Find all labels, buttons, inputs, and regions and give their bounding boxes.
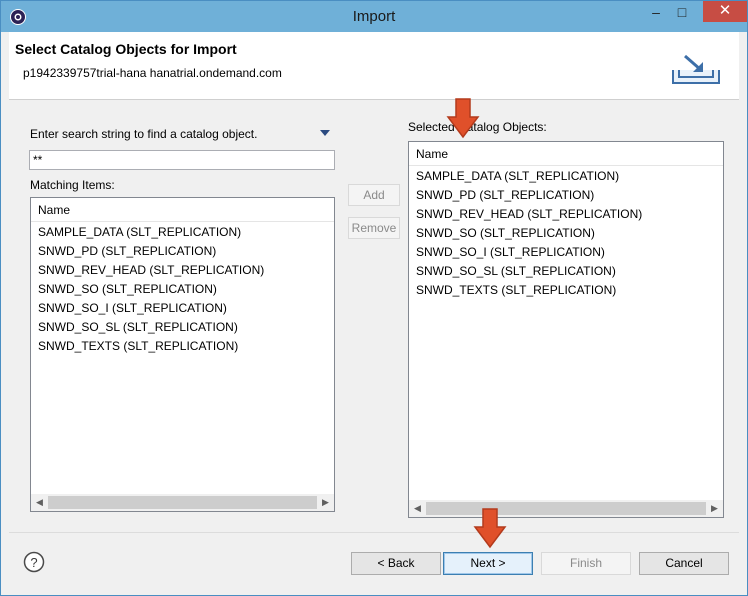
selected-objects-list[interactable]: Name SAMPLE_DATA (SLT_REPLICATION) SNWD_… — [408, 141, 724, 518]
scroll-thumb[interactable] — [48, 496, 317, 509]
scroll-right-icon[interactable]: ▶ — [317, 494, 334, 511]
list-item[interactable]: SNWD_REV_HEAD (SLT_REPLICATION) — [409, 205, 723, 224]
cancel-button[interactable]: Cancel — [639, 552, 729, 575]
list-item[interactable]: SNWD_SO (SLT_REPLICATION) — [409, 224, 723, 243]
selected-column-header[interactable]: Name — [409, 142, 723, 166]
list-item[interactable]: SNWD_PD (SLT_REPLICATION) — [31, 242, 334, 261]
matching-column-header[interactable]: Name — [31, 198, 334, 222]
finish-button[interactable]: Finish — [541, 552, 631, 575]
wizard-content: Enter search string to find a catalog ob… — [9, 98, 739, 532]
list-item[interactable]: SNWD_TEXTS (SLT_REPLICATION) — [409, 281, 723, 300]
scroll-left-icon[interactable]: ◀ — [31, 494, 48, 511]
matching-items-list[interactable]: Name SAMPLE_DATA (SLT_REPLICATION) SNWD_… — [30, 197, 335, 512]
connection-subtitle: p1942339757trial-hana hanatrial.ondemand… — [23, 66, 282, 80]
wizard-header: Select Catalog Objects for Import p19423… — [9, 32, 739, 100]
minimize-button[interactable]: – — [643, 2, 669, 22]
import-dialog: Import – □ ✕ Select Catalog Objects for … — [0, 0, 748, 596]
next-button[interactable]: Next > — [443, 552, 533, 575]
red-down-arrow-icon — [446, 98, 480, 139]
search-label: Enter search string to find a catalog ob… — [30, 127, 258, 141]
import-tray-icon — [672, 54, 720, 84]
list-item[interactable]: SNWD_SO_I (SLT_REPLICATION) — [31, 299, 334, 318]
svg-text:?: ? — [30, 555, 37, 570]
scroll-thumb[interactable] — [426, 502, 706, 515]
list-item[interactable]: SNWD_SO_I (SLT_REPLICATION) — [409, 243, 723, 262]
window-title: Import — [352, 8, 396, 25]
footer-separator — [9, 532, 739, 533]
horizontal-scrollbar[interactable]: ◀ ▶ — [409, 500, 723, 517]
page-title: Select Catalog Objects for Import — [15, 41, 237, 57]
back-button[interactable]: < Back — [351, 552, 441, 575]
list-item[interactable]: SNWD_SO_SL (SLT_REPLICATION) — [409, 262, 723, 281]
list-item[interactable]: SNWD_PD (SLT_REPLICATION) — [409, 186, 723, 205]
list-item[interactable]: SNWD_REV_HEAD (SLT_REPLICATION) — [31, 261, 334, 280]
maximize-button[interactable]: □ — [669, 2, 695, 22]
dropdown-triangle-icon[interactable] — [319, 129, 331, 137]
list-item[interactable]: SNWD_TEXTS (SLT_REPLICATION) — [31, 337, 334, 356]
list-item[interactable]: SNWD_SO (SLT_REPLICATION) — [31, 280, 334, 299]
close-button[interactable]: ✕ — [703, 1, 747, 22]
remove-button[interactable]: Remove — [348, 217, 400, 239]
list-item[interactable]: SAMPLE_DATA (SLT_REPLICATION) — [31, 223, 334, 242]
list-item[interactable]: SAMPLE_DATA (SLT_REPLICATION) — [409, 167, 723, 186]
search-input[interactable] — [29, 150, 335, 170]
title-bar[interactable]: Import – □ ✕ — [1, 1, 747, 32]
red-down-arrow-icon — [473, 508, 507, 549]
add-button[interactable]: Add — [348, 184, 400, 206]
horizontal-scrollbar[interactable]: ◀ ▶ — [31, 494, 334, 511]
question-circle-icon[interactable]: ? — [23, 551, 45, 573]
matching-items-label: Matching Items: — [30, 178, 115, 192]
scroll-right-icon[interactable]: ▶ — [706, 500, 723, 517]
scroll-left-icon[interactable]: ◀ — [409, 500, 426, 517]
list-item[interactable]: SNWD_SO_SL (SLT_REPLICATION) — [31, 318, 334, 337]
